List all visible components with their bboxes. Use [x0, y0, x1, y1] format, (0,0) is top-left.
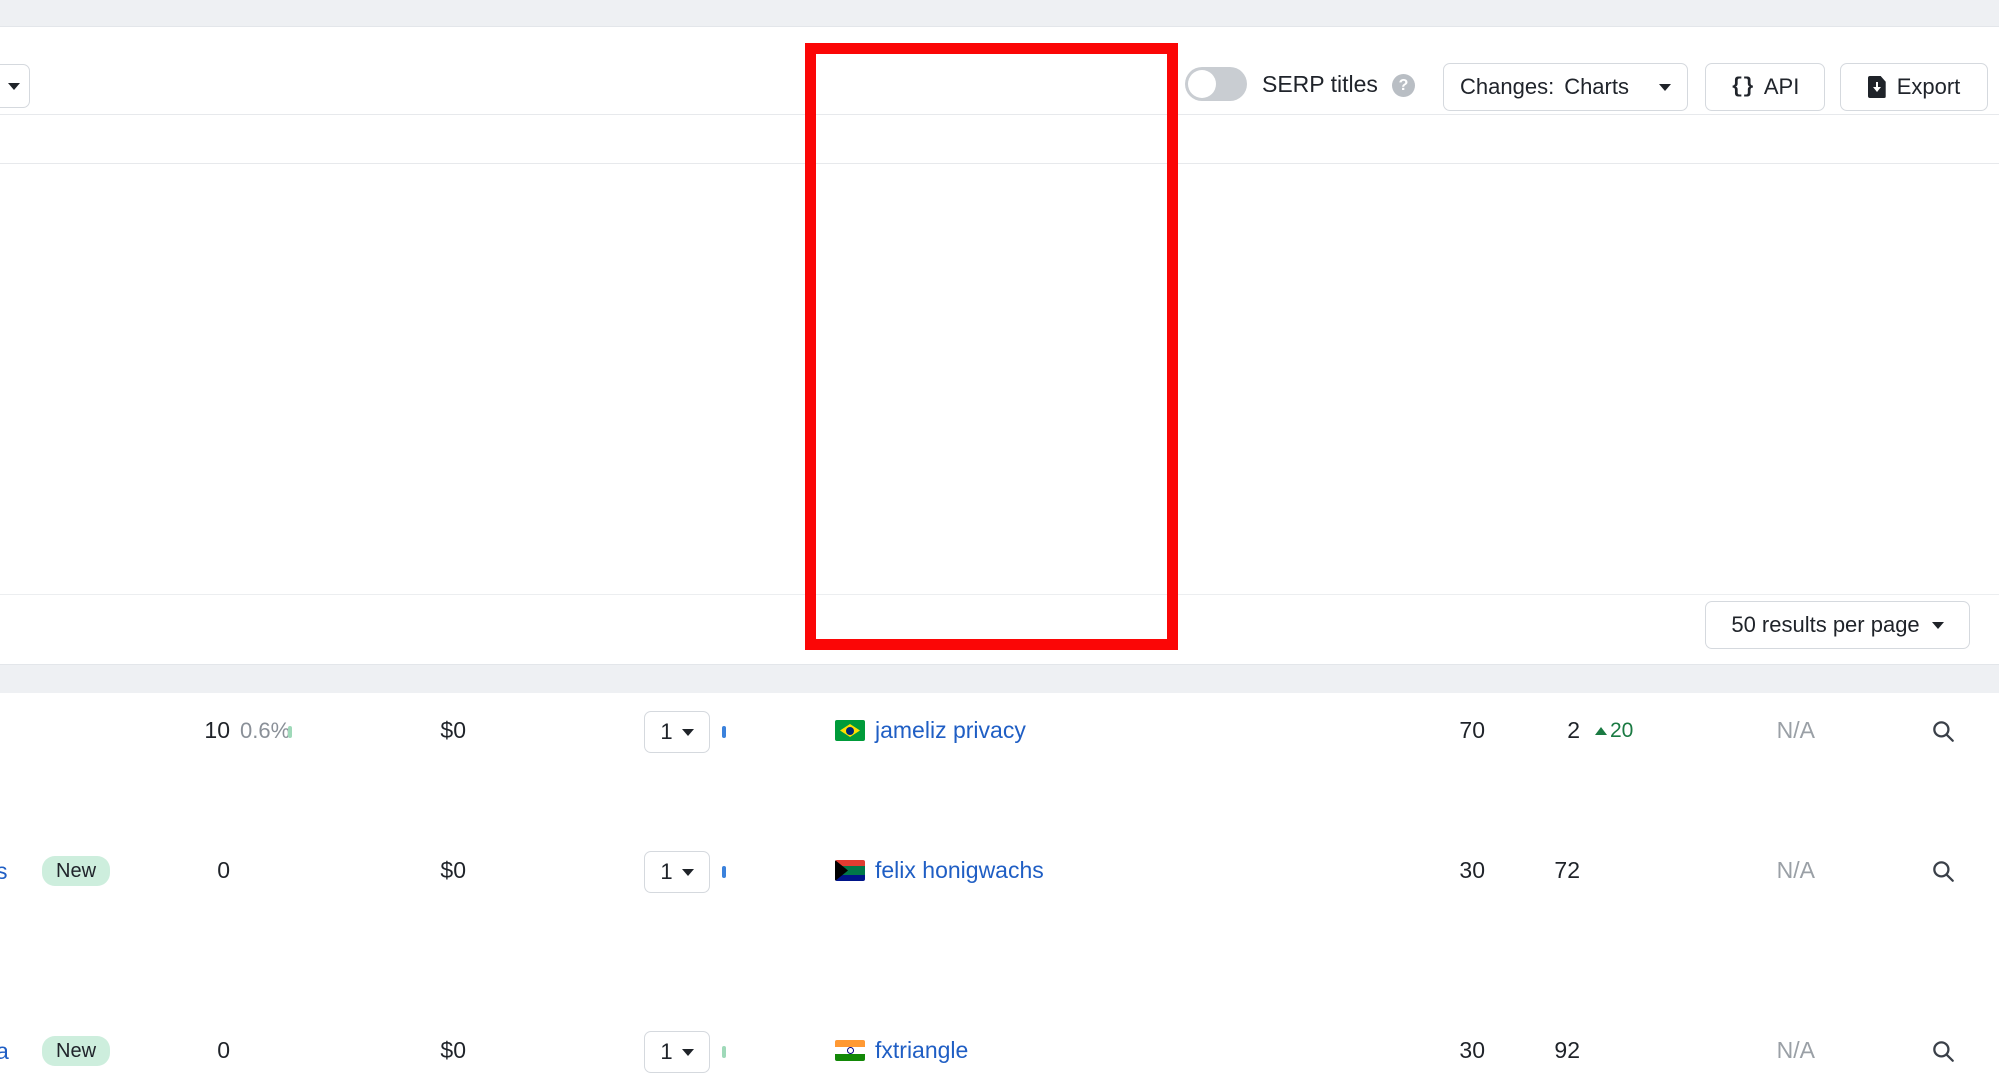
- download-file-icon: [1867, 76, 1886, 98]
- api-button[interactable]: {} API: [1705, 63, 1825, 111]
- content-changes-value: N/A: [1776, 1037, 1815, 1063]
- table-row: 10 0.6% $0 1 jameliz privacy 70 2 20 N/A: [0, 344, 1999, 753]
- search-icon[interactable]: [1930, 718, 1956, 744]
- window-top-strip: [0, 0, 1999, 26]
- table-toolbar: SERP titles ? Changes: Charts {} API Exp…: [0, 27, 1999, 115]
- table-row: s New 0 $0 1 felix honigwachs 30 72 N/A: [0, 414, 1999, 893]
- content-changes-value: N/A: [1776, 857, 1815, 883]
- code-braces-icon: {}: [1730, 75, 1755, 99]
- chevron-down-icon: [1931, 621, 1944, 629]
- api-label: API: [1763, 74, 1800, 99]
- toggle-knob: [1188, 70, 1216, 98]
- search-icon[interactable]: [1930, 858, 1956, 884]
- table-row: a New 0 $0 1 fxtriangle 30 92 N/A: [0, 504, 1999, 1073]
- chevron-down-icon: [8, 82, 20, 90]
- table-row: 1,60798.4%$0.01150jameliz nudesjameliz n…: [0, 164, 1999, 414]
- results-per-page-label: 50 results per page: [1731, 612, 1920, 637]
- changes-dropdown[interactable]: Changes: Charts: [1443, 63, 1688, 111]
- content-changes-value: N/A: [1776, 717, 1815, 743]
- app-root: SERP titles ? Changes: Charts {} API Exp…: [0, 0, 1999, 1073]
- changes-value-label: Charts: [1564, 74, 1629, 99]
- chevron-down-icon: [1659, 83, 1671, 91]
- serp-titles-toggle[interactable]: [1185, 67, 1247, 101]
- serp-titles-label: SERP titles: [1262, 71, 1378, 97]
- left-filter-dropdown[interactable]: [0, 64, 30, 108]
- results-per-page-dropdown[interactable]: 50 results per page: [1705, 601, 1970, 649]
- export-button[interactable]: Export: [1840, 63, 1988, 111]
- table-header-row: Status Traffic Change Value Change Keywo…: [0, 115, 1999, 258]
- export-label: Export: [1896, 74, 1961, 99]
- window-bottom-strip: [0, 665, 1999, 693]
- changes-prefix-label: Changes:: [1460, 74, 1555, 99]
- question-mark-icon[interactable]: ?: [1392, 74, 1415, 97]
- table-row: 161.0%$01jameliz assjameliz ass707021N/A: [0, 254, 1999, 594]
- table-row-divider: [0, 594, 1999, 595]
- search-icon[interactable]: [1930, 1038, 1956, 1064]
